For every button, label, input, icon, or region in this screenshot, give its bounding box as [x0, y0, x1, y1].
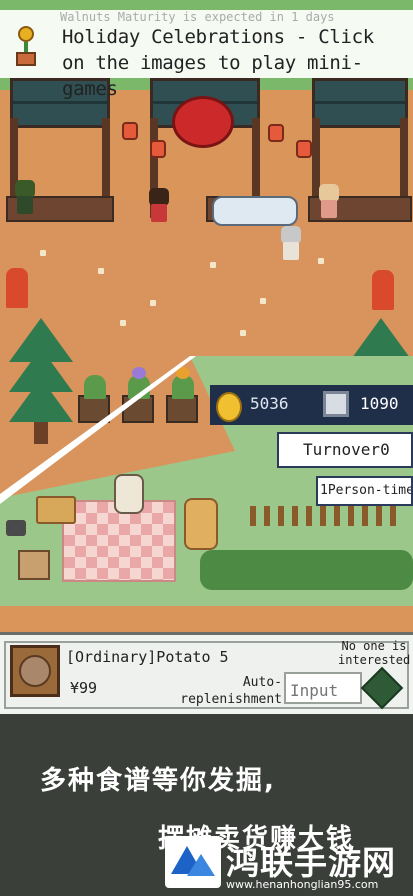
- torch-plant-icon: [372, 270, 394, 310]
- banner-title: Holiday Celebrations - Click on the imag…: [62, 26, 374, 100]
- wooden-sign-icon: [18, 550, 50, 580]
- character-body: [151, 204, 167, 222]
- mountain-logo-icon: [165, 836, 221, 888]
- pot-icon: [6, 520, 26, 536]
- gem-count: 1090: [360, 394, 399, 413]
- turnover-label: Turnover0: [277, 432, 413, 468]
- coin-count: 5036: [250, 394, 289, 413]
- bread-loaf-icon: [184, 498, 218, 550]
- item-icon-frame[interactable]: [10, 645, 60, 697]
- item-price: ¥99: [70, 679, 98, 697]
- ground-speck: [260, 298, 266, 304]
- villager-character[interactable]: [278, 226, 304, 260]
- villager-character[interactable]: [146, 188, 172, 222]
- character-body: [321, 200, 337, 218]
- lantern-icon: [296, 140, 312, 158]
- preview-fence: [250, 506, 400, 526]
- lantern-icon: [150, 140, 166, 158]
- lantern-icon: [122, 122, 138, 140]
- hint-banner[interactable]: Walnuts Maturity is expected in 1 days H…: [0, 10, 413, 100]
- ground-speck: [240, 330, 246, 336]
- ground-speck: [98, 268, 104, 274]
- watermark-url: www.henanhonglian95.com: [226, 878, 379, 891]
- ground-speck: [40, 250, 46, 256]
- lantern-icon: [268, 124, 284, 142]
- ground-speck: [150, 300, 156, 306]
- flower-stem: [24, 42, 28, 52]
- auto-replenishment-label: Auto-replenishment: [180, 675, 282, 707]
- gem-icon: [323, 391, 349, 417]
- flower-pot: [16, 52, 36, 66]
- ground-speck: [120, 320, 126, 326]
- replenish-quantity-input[interactable]: [284, 672, 362, 704]
- food-bowls-icon[interactable]: [212, 196, 298, 226]
- flower-head: [18, 26, 34, 42]
- person-time-label: 1Person-time: [316, 476, 413, 506]
- flower-pot-icon: [10, 26, 42, 66]
- watermark-site-name: 鸿联手游网: [226, 843, 396, 882]
- coin-icon: [216, 392, 242, 422]
- torch-plant-icon: [6, 268, 28, 308]
- potato-icon: [19, 655, 51, 687]
- villager-character[interactable]: [12, 180, 38, 214]
- character-body: [17, 196, 33, 214]
- ground-speck: [210, 262, 216, 268]
- ghost-notification: Walnuts Maturity is expected in 1 days: [60, 10, 335, 24]
- interest-status: No one is interested: [338, 639, 411, 667]
- picnic-character: [114, 474, 144, 514]
- preview-hedge: [200, 550, 413, 590]
- villager-character[interactable]: [316, 184, 342, 218]
- item-name: [Ordinary]Potato 5: [66, 648, 229, 666]
- character-body: [283, 242, 299, 260]
- red-hat-decoration-icon: [172, 96, 234, 148]
- logo-peak: [187, 854, 215, 876]
- ground-speck: [318, 258, 324, 264]
- picnic-basket-icon: [36, 496, 76, 524]
- promo-line-1: 多种食谱等你发掘,: [40, 766, 276, 796]
- game-scene[interactable]: Walnuts Maturity is expected in 1 days H…: [0, 0, 413, 632]
